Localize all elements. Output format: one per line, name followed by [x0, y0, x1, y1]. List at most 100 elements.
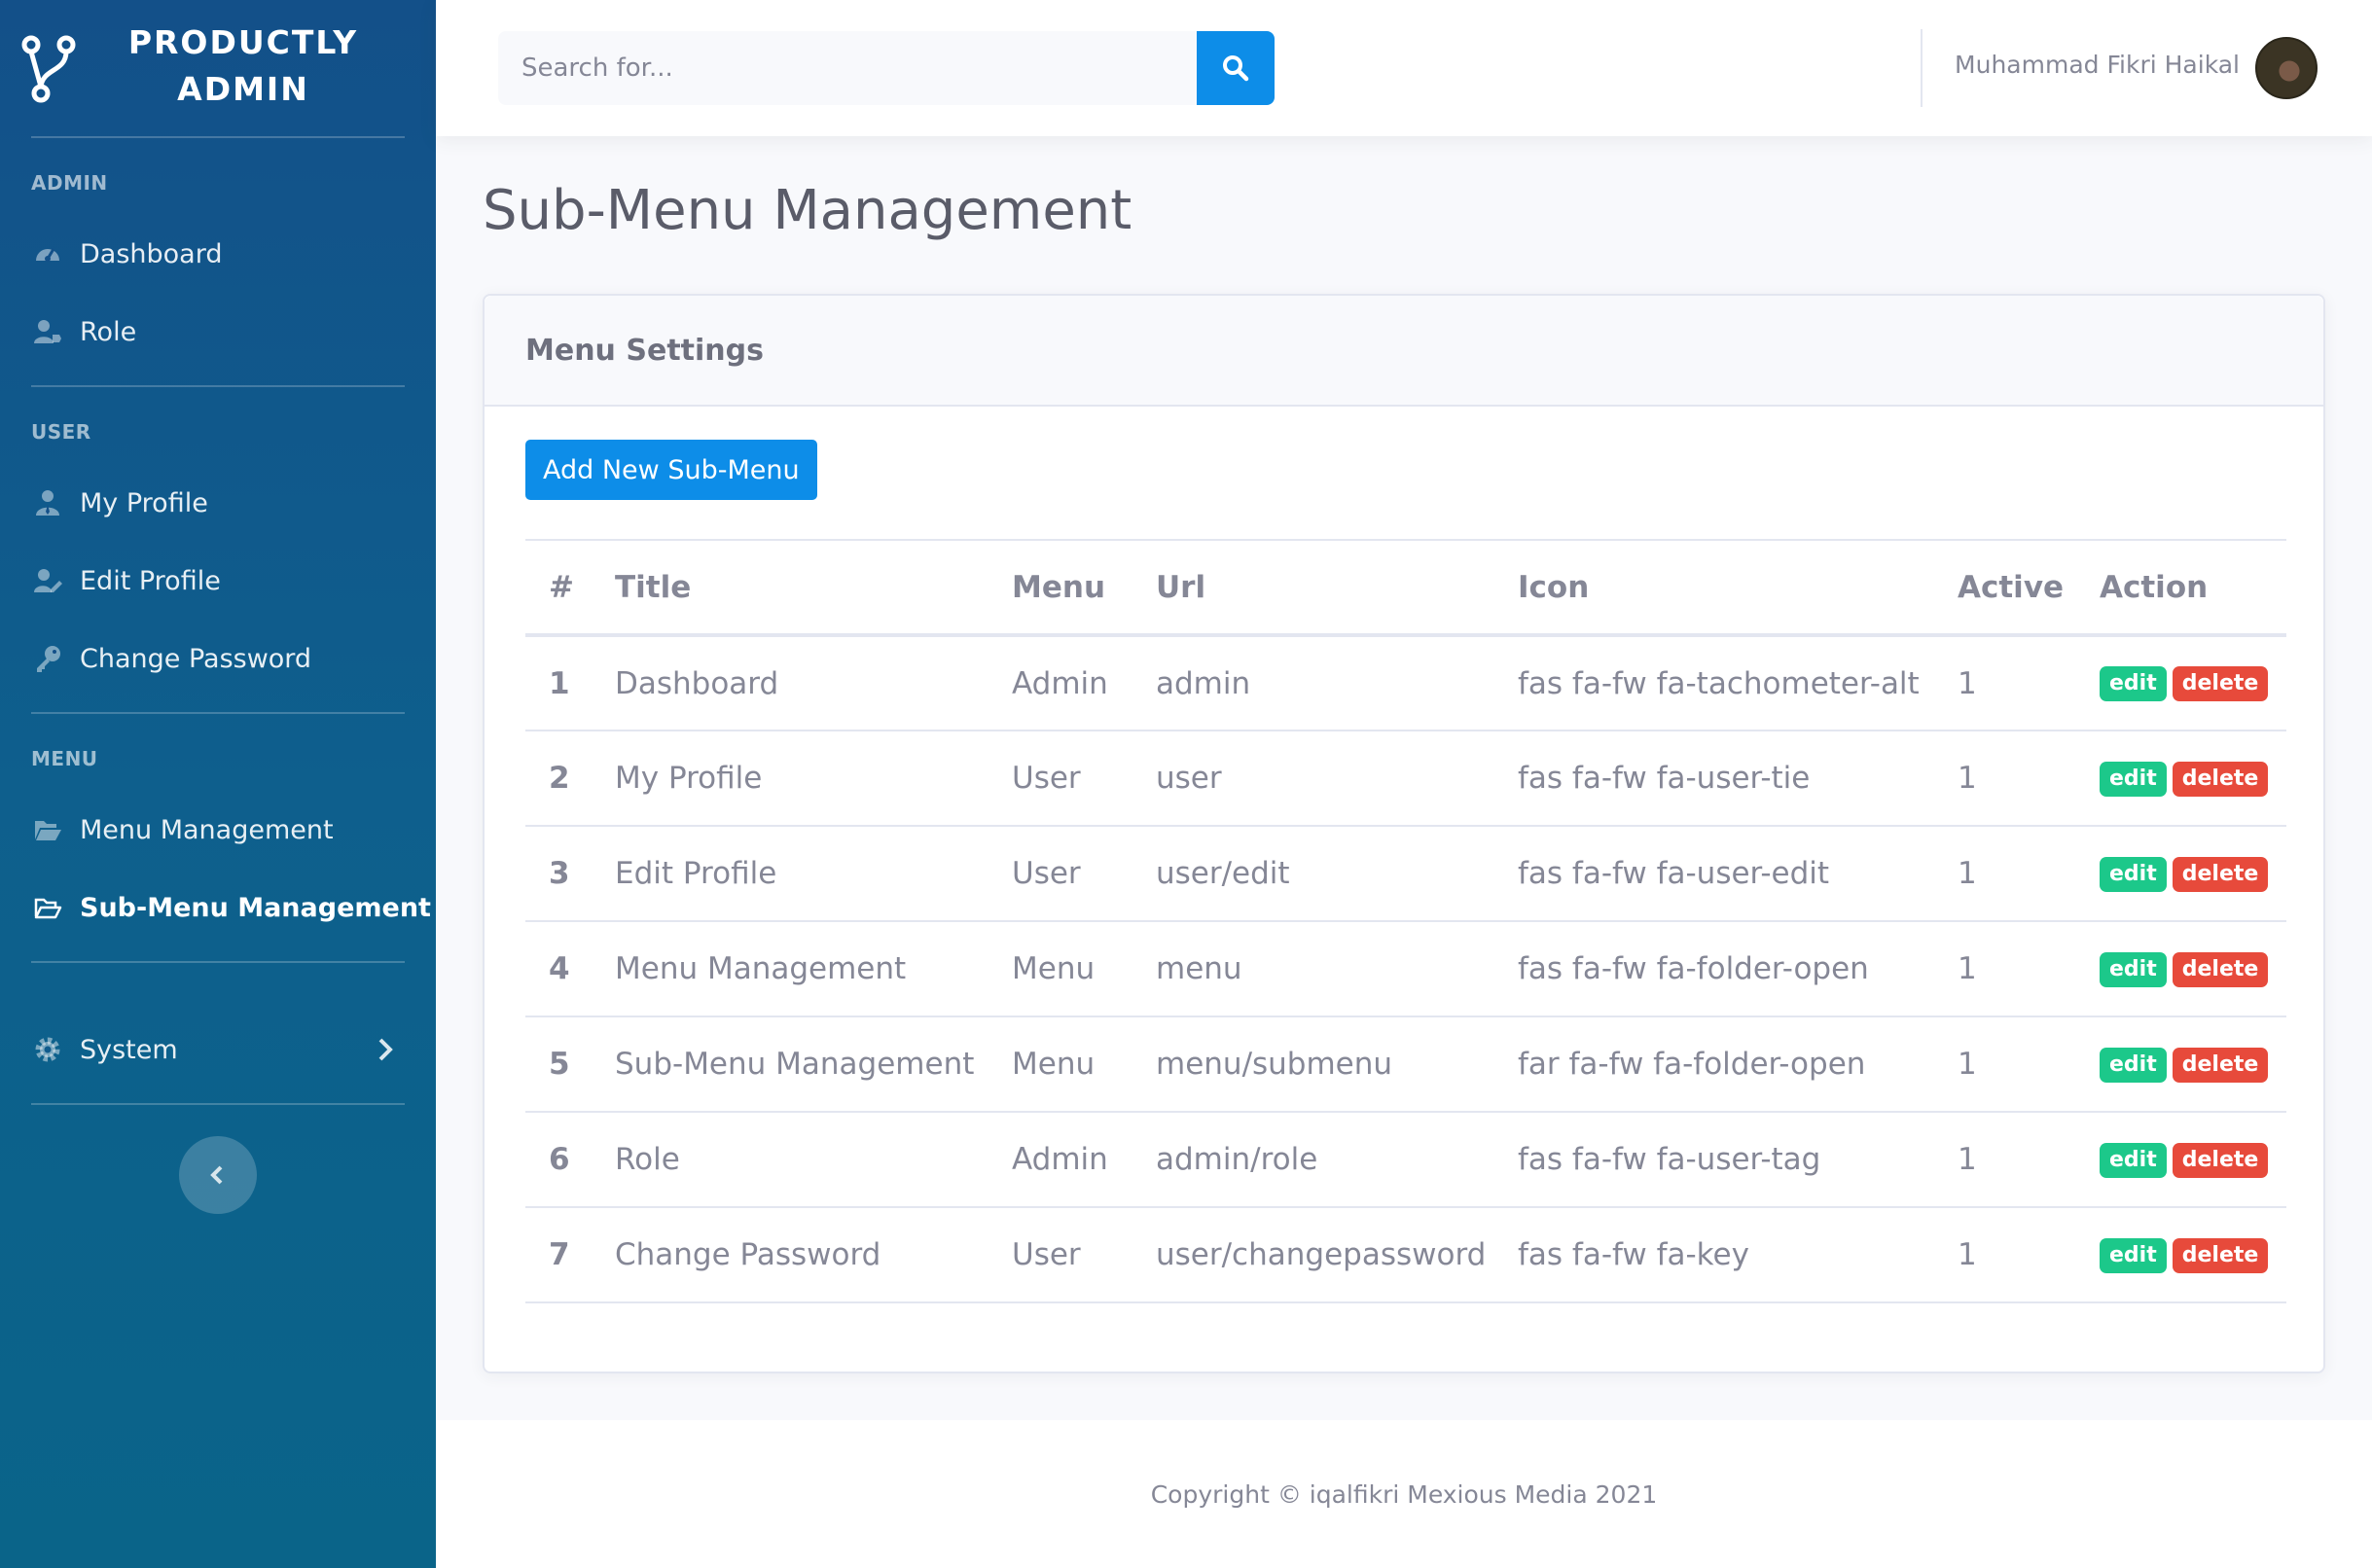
sidebar-item-change-password[interactable]: Change Password — [0, 624, 436, 693]
column-header: Active — [1958, 539, 2100, 637]
table-header-row: # Title Menu Url Icon Active Action — [525, 539, 2286, 637]
sidebar-item-label: My Profile — [80, 487, 208, 518]
page-title: Sub-Menu Management — [483, 179, 1132, 242]
sidebar-item-dashboard[interactable]: Dashboard — [0, 220, 436, 288]
delete-button[interactable]: delete — [2172, 1237, 2269, 1273]
row-actions: edit delete — [2100, 731, 2286, 827]
add-sub-menu-button[interactable]: Add New Sub-Menu — [525, 440, 817, 500]
sidebar-item-role[interactable]: Role — [0, 298, 436, 366]
sidebar-item-system[interactable]: System — [0, 1016, 436, 1084]
column-header: # — [525, 539, 615, 637]
row-url: user — [1156, 731, 1518, 827]
user-edit-icon — [31, 564, 64, 597]
submenu-table: # Title Menu Url Icon Active Action 1 Da… — [525, 539, 2286, 1303]
row-url: menu — [1156, 921, 1518, 1017]
row-actions: edit delete — [2100, 635, 2286, 731]
table-row: 7 Change Password User user/changepasswo… — [525, 1207, 2286, 1303]
row-menu: User — [1012, 1207, 1156, 1303]
edit-button[interactable]: edit — [2100, 666, 2167, 702]
row-menu: User — [1012, 826, 1156, 922]
edit-button[interactable]: edit — [2100, 856, 2167, 892]
menu-settings-card: Menu Settings Add New Sub-Menu # Title M… — [483, 294, 2325, 1373]
row-active: 1 — [1958, 731, 2100, 827]
row-icon: fas fa-fw fa-folder-open — [1518, 921, 1958, 1017]
sidebar-item-menu-management[interactable]: Menu Management — [0, 796, 436, 864]
row-menu: User — [1012, 731, 1156, 827]
column-header: Menu — [1012, 539, 1156, 637]
table-row: 4 Menu Management Menu menu fas fa-fw fa… — [525, 921, 2286, 1017]
sidebar-divider — [31, 1103, 405, 1105]
row-url: user/changepassword — [1156, 1207, 1518, 1303]
row-icon: fas fa-fw fa-user-tag — [1518, 1112, 1958, 1208]
tachometer-icon — [31, 237, 64, 270]
row-icon: far fa-fw fa-folder-open — [1518, 1016, 1958, 1113]
user-tag-icon — [31, 315, 64, 348]
sidebar-heading-user: USER — [31, 420, 91, 444]
delete-button[interactable]: delete — [2172, 666, 2269, 702]
sidebar-toggle-button[interactable] — [179, 1136, 257, 1214]
brand[interactable]: PRODUCTLY ADMIN — [0, 0, 436, 136]
row-icon: fas fa-fw fa-tachometer-alt — [1518, 635, 1958, 731]
row-menu: Menu — [1012, 921, 1156, 1017]
search-button[interactable] — [1197, 31, 1275, 105]
row-url: admin — [1156, 635, 1518, 731]
row-url: admin/role — [1156, 1112, 1518, 1208]
row-number: 6 — [525, 1112, 615, 1208]
footer: Copyright © iqalfikri Mexious Media 2021 — [436, 1420, 2372, 1568]
edit-button[interactable]: edit — [2100, 1047, 2167, 1083]
row-active: 1 — [1958, 635, 2100, 731]
row-number: 3 — [525, 826, 615, 922]
edit-button[interactable]: edit — [2100, 951, 2167, 987]
brand-line-2: ADMIN — [177, 70, 309, 108]
delete-button[interactable]: delete — [2172, 856, 2269, 892]
delete-button[interactable]: delete — [2172, 951, 2269, 987]
user-tie-icon — [31, 486, 64, 519]
sidebar-divider — [31, 961, 405, 963]
edit-button[interactable]: edit — [2100, 761, 2167, 797]
sidebar-item-edit-profile[interactable]: Edit Profile — [0, 547, 436, 615]
row-number: 4 — [525, 921, 615, 1017]
row-icon: fas fa-fw fa-user-tie — [1518, 731, 1958, 827]
row-menu: Admin — [1012, 635, 1156, 731]
row-active: 1 — [1958, 921, 2100, 1017]
search-bar — [498, 31, 1275, 105]
row-active: 1 — [1958, 826, 2100, 922]
topbar: Muhammad Fikri Haikal — [436, 0, 2372, 136]
delete-button[interactable]: delete — [2172, 1047, 2269, 1083]
sidebar-heading-admin: ADMIN — [31, 171, 108, 195]
card-header: Menu Settings — [485, 296, 2323, 407]
search-input[interactable] — [498, 31, 1198, 105]
sidebar-item-label: Edit Profile — [80, 565, 221, 596]
row-title: Menu Management — [615, 921, 1012, 1017]
sidebar-item-label: Dashboard — [80, 238, 223, 269]
delete-button[interactable]: delete — [2172, 761, 2269, 797]
edit-button[interactable]: edit — [2100, 1237, 2167, 1273]
topbar-divider — [1921, 29, 1923, 107]
sidebar-item-label: Change Password — [80, 643, 312, 674]
column-header: Url — [1156, 539, 1518, 637]
sidebar-item-label: System — [80, 1034, 178, 1065]
row-url: menu/submenu — [1156, 1016, 1518, 1113]
table-row: 1 Dashboard Admin admin fas fa-fw fa-tac… — [525, 635, 2286, 731]
avatar[interactable] — [2255, 37, 2318, 99]
row-title: Role — [615, 1112, 1012, 1208]
sidebar-item-sub-menu-management[interactable]: Sub-Menu Management — [0, 873, 436, 942]
table-row: 3 Edit Profile User user/edit fas fa-fw … — [525, 826, 2286, 922]
table-row: 5 Sub-Menu Management Menu menu/submenu … — [525, 1016, 2286, 1113]
sidebar-item-my-profile[interactable]: My Profile — [0, 469, 436, 537]
table-row: 2 My Profile User user fas fa-fw fa-user… — [525, 731, 2286, 827]
row-title: Change Password — [615, 1207, 1012, 1303]
row-number: 5 — [525, 1016, 615, 1113]
chevron-right-icon — [378, 1038, 393, 1061]
sidebar-heading-menu: MENU — [31, 747, 98, 770]
chevron-left-icon — [210, 1165, 223, 1185]
user-name[interactable]: Muhammad Fikri Haikal — [1955, 51, 2240, 79]
column-header: Action — [2100, 539, 2286, 637]
row-url: user/edit — [1156, 826, 1518, 922]
sidebar-divider — [31, 712, 405, 714]
row-actions: edit delete — [2100, 921, 2286, 1017]
row-number: 7 — [525, 1207, 615, 1303]
edit-button[interactable]: edit — [2100, 1142, 2167, 1178]
delete-button[interactable]: delete — [2172, 1142, 2269, 1178]
sidebar-item-label: Menu Management — [80, 814, 334, 845]
